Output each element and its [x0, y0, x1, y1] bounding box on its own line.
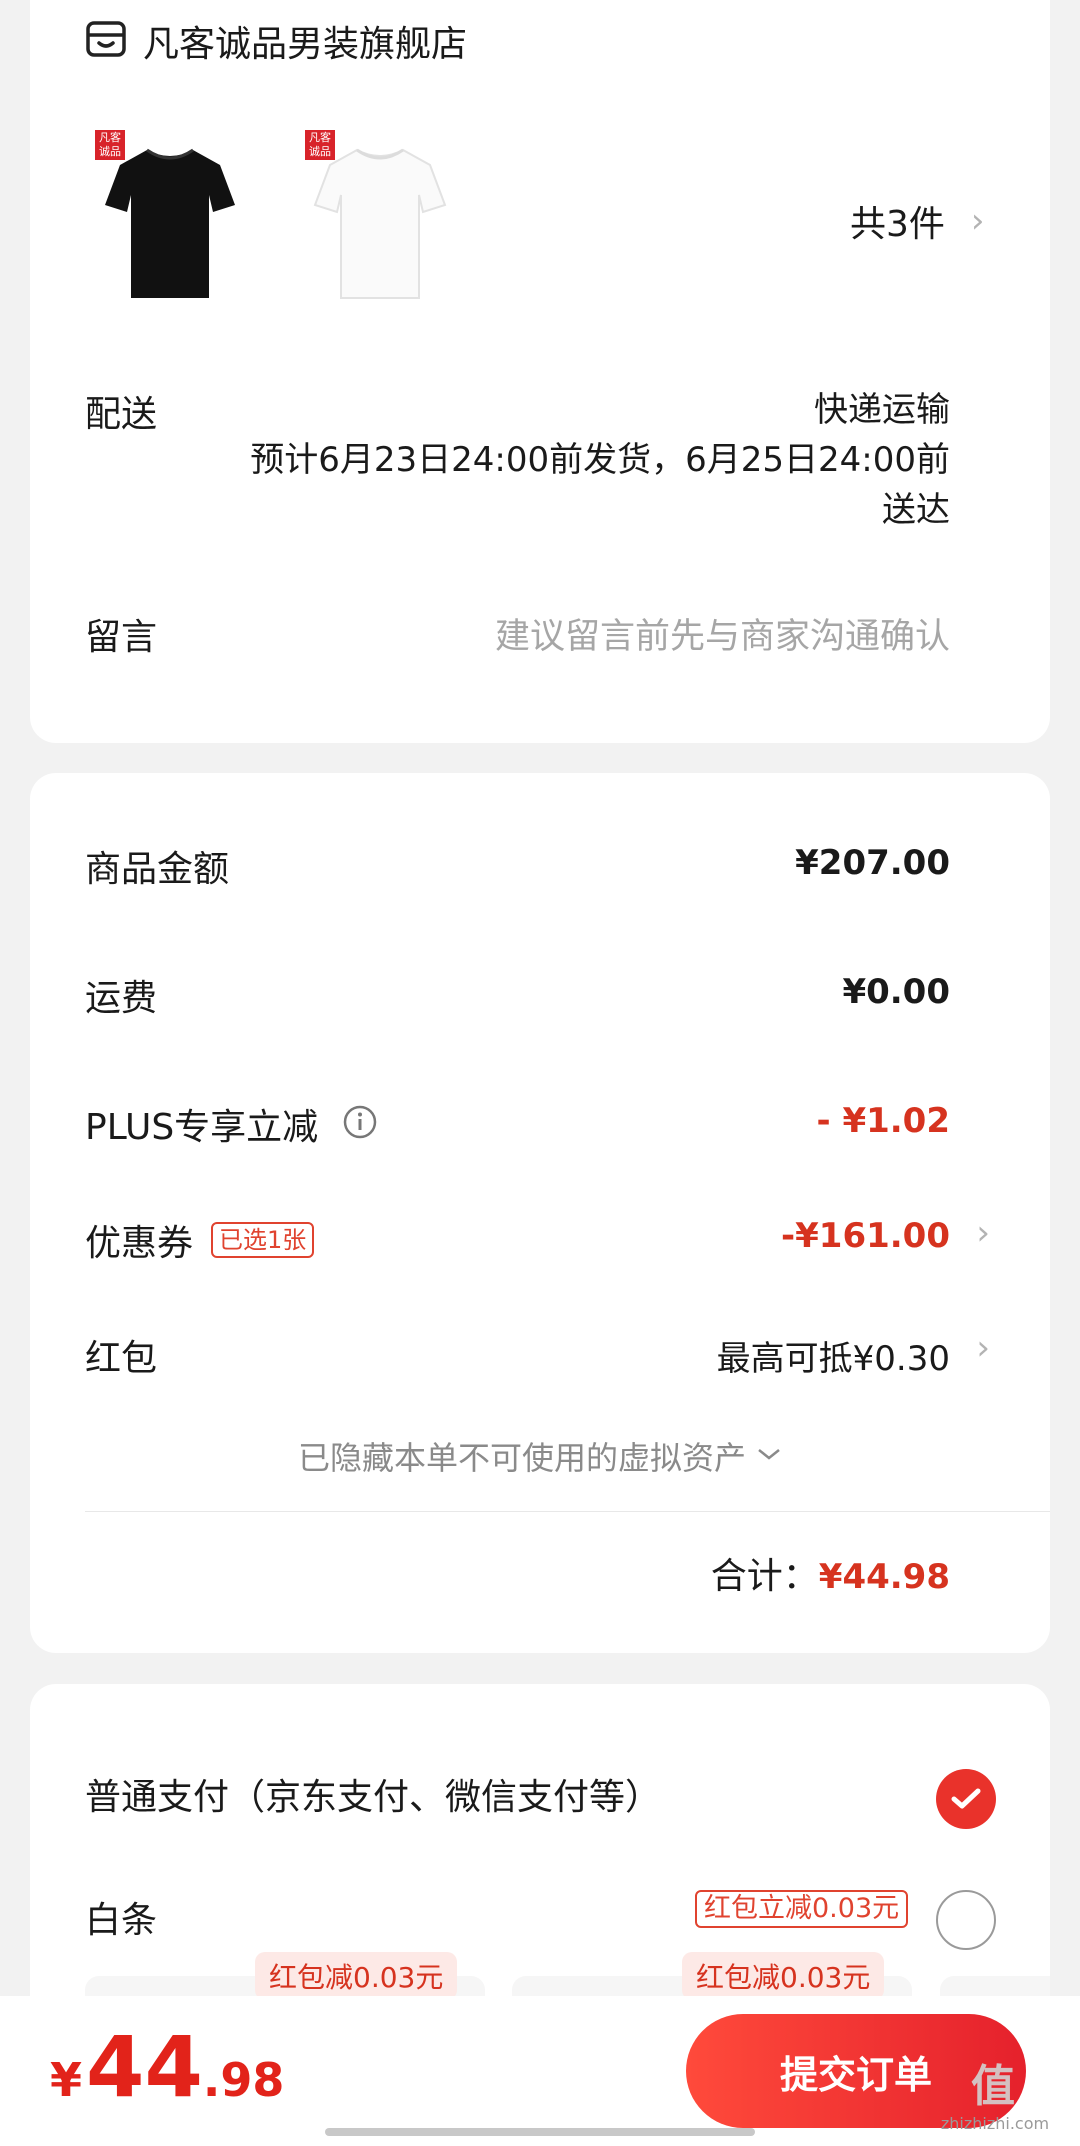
brand-badge: 凡客 诚品 — [95, 130, 125, 160]
total-row: 合计： ¥44.98 — [711, 1547, 950, 1599]
store-name: 凡客诚品男装旗舰店 — [143, 24, 468, 65]
baitiao-label[interactable]: 白条 — [85, 1891, 157, 1943]
product-thumbnail-2[interactable]: 凡客 诚品 — [295, 120, 465, 310]
hidden-assets-text: 已隐藏本单不可使用的虚拟资产 — [297, 1439, 746, 1477]
order-store-card: 凡客诚品男装旗舰店 凡客 诚品 凡客 诚品 共3件 › 配送 快递运输 预计6月23… — [30, 0, 1050, 743]
product-count-label: 共3件 — [850, 204, 945, 245]
chevron-right-icon: › — [970, 201, 985, 241]
total-label: 合计： — [710, 1556, 819, 1597]
total-value: ¥44.98 — [818, 1557, 950, 1597]
amount-integer: 44 — [86, 2018, 203, 2116]
divider — [85, 1511, 1050, 1512]
store-header[interactable]: 凡客诚品男装旗舰店 — [85, 15, 467, 67]
price-summary-card: 商品金额 ¥207.00 运费 ¥0.00 PLUS专享立减 - ¥1.02 优… — [30, 773, 1050, 1653]
product-count[interactable]: 共3件 › — [850, 195, 985, 247]
delivery-estimate-line2: 送达 — [882, 490, 950, 530]
coupon-selected-tag: 已选1张 — [211, 1222, 315, 1258]
message-input[interactable]: 建议留言前先与商家沟通确认 — [495, 608, 950, 659]
chevron-right-icon[interactable]: › — [976, 1213, 990, 1253]
normal-payment-radio[interactable] — [936, 1769, 996, 1829]
coupon-value[interactable]: -¥161.00 — [781, 1216, 950, 1256]
baitiao-redpacket-tag: 红包立减0.03元 — [695, 1890, 909, 1928]
delivery-estimate-line1: 预计6月23日24:00前发货，6月25日24:00前 — [250, 440, 950, 480]
checkmark-icon — [951, 1788, 981, 1809]
hidden-assets-toggle[interactable]: 已隐藏本单不可使用的虚拟资产 — [30, 1433, 1050, 1479]
watermark-logo: 值 — [971, 2061, 1019, 2112]
site-watermark: 值 zhizhizhi.com — [920, 2050, 1070, 2133]
shipping-value: ¥0.00 — [842, 972, 950, 1012]
watermark-site: zhizhizhi.com — [940, 2114, 1050, 2133]
red-packet-value[interactable]: 最高可抵¥0.30 — [717, 1331, 950, 1380]
goods-amount-value: ¥207.00 — [795, 843, 950, 883]
bottom-checkout-bar: ¥ 44 .98 提交订单 — [0, 1996, 1080, 2146]
amount-decimal: .98 — [202, 2053, 285, 2107]
red-packet-label: 红包 — [85, 1338, 158, 1379]
goods-amount-label: 商品金额 — [85, 849, 230, 890]
plus-discount-row: PLUS专享立减 — [85, 1098, 378, 1150]
chevron-right-icon[interactable]: › — [976, 1328, 990, 1368]
payable-amount: ¥ 44 .98 — [50, 2018, 284, 2116]
currency-symbol: ¥ — [50, 2053, 83, 2107]
plan-redpacket-tag-1: 红包减0.03元 — [255, 1952, 458, 2000]
store-icon — [85, 19, 127, 63]
shipping-label: 运费 — [85, 978, 158, 1019]
plan-redpacket-tag-2: 红包减0.03元 — [682, 1952, 885, 2000]
chevron-down-icon — [756, 1446, 782, 1466]
delivery-method: 快递运输 — [814, 390, 950, 430]
info-icon[interactable] — [342, 1104, 378, 1144]
message-label: 留言 — [85, 617, 158, 658]
home-indicator[interactable] — [325, 2128, 755, 2136]
normal-payment-label[interactable]: 普通支付（京东支付、微信支付等） — [85, 1768, 661, 1820]
coupon-label: 优惠券 — [85, 1223, 194, 1264]
delivery-info[interactable]: 快递运输 预计6月23日24:00前发货，6月25日24:00前 送达 — [130, 385, 950, 535]
baitiao-radio[interactable] — [936, 1890, 996, 1950]
product-thumbnail-1[interactable]: 凡客 诚品 — [85, 120, 255, 310]
plus-discount-label: PLUS专享立减 — [85, 1107, 319, 1148]
brand-badge: 凡客 诚品 — [305, 130, 335, 160]
coupon-row[interactable]: 优惠券 已选1张 — [85, 1214, 315, 1266]
plus-discount-value: - ¥1.02 — [816, 1101, 951, 1141]
